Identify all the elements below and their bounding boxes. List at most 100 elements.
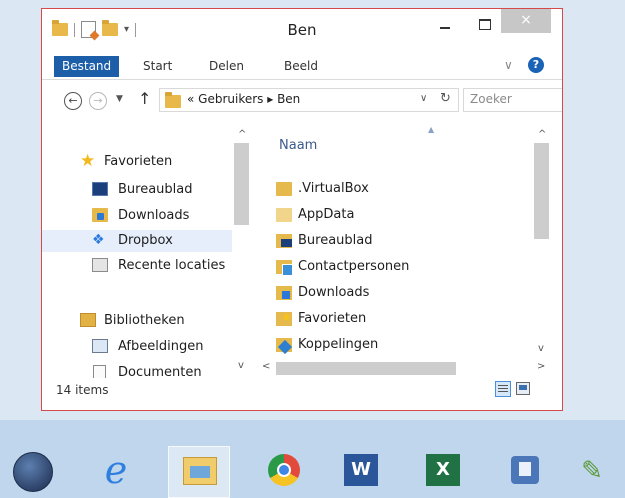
sidebar-item-label: Recente locaties bbox=[118, 258, 226, 273]
file-name: Bureaublad bbox=[298, 233, 373, 248]
sidebar-item-label: Bibliotheken bbox=[104, 313, 185, 328]
address-path[interactable]: « Gebruikers ▸ Ben bbox=[187, 92, 300, 106]
sidebar-item-documenten[interactable]: Documenten bbox=[42, 362, 232, 378]
address-dropdown-icon[interactable]: ∨ bbox=[420, 93, 427, 104]
windows-logo-icon bbox=[13, 452, 53, 492]
tab-beeld[interactable]: Beeld bbox=[284, 56, 318, 77]
taskbar-word[interactable]: W bbox=[330, 446, 392, 498]
refresh-icon[interactable]: ↻ bbox=[440, 91, 451, 106]
file-list-horizontal-scrollbar[interactable]: < > bbox=[258, 360, 550, 377]
start-button[interactable] bbox=[0, 446, 62, 498]
taskbar-internet-explorer[interactable]: e bbox=[82, 446, 144, 498]
sidebar-item-favorieten[interactable]: ★ Favorieten bbox=[42, 151, 232, 173]
word-icon: W bbox=[344, 454, 378, 486]
sidebar-item-bureaublad[interactable]: Bureaublad bbox=[42, 179, 232, 201]
desktop-icon bbox=[92, 182, 108, 196]
sidebar-item-recente-locaties[interactable]: Recente locaties bbox=[42, 255, 232, 277]
taskbar-app[interactable] bbox=[494, 446, 556, 498]
file-list: Naam ▲ .VirtualBox AppData Bureaublad Co… bbox=[258, 123, 562, 364]
column-header-name[interactable]: Naam bbox=[279, 138, 317, 153]
navigation-bar: ← → ▼ ↑ « Gebruikers ▸ Ben ∨ ↻ Zoeker bbox=[42, 82, 562, 118]
recent-locations-dropdown-icon[interactable]: ▼ bbox=[116, 94, 123, 104]
list-item[interactable]: .VirtualBox bbox=[276, 178, 526, 200]
close-button[interactable]: × bbox=[501, 9, 551, 33]
list-item[interactable]: Contactpersonen bbox=[276, 256, 526, 278]
file-name: Koppelingen bbox=[298, 337, 379, 352]
scrollbar-thumb[interactable] bbox=[534, 143, 549, 239]
file-name: .VirtualBox bbox=[298, 181, 369, 196]
scroll-up-icon[interactable]: ^ bbox=[238, 129, 246, 140]
navigation-pane: ★ Favorieten Bureaublad Downloads ❖ Drop… bbox=[42, 123, 258, 378]
file-name: Contactpersonen bbox=[298, 259, 410, 274]
list-item[interactable]: Favorieten bbox=[276, 308, 526, 330]
search-input[interactable]: Zoeker bbox=[463, 88, 562, 112]
ribbon-tabs: Bestand Start Delen Beeld ∨ ? bbox=[42, 53, 562, 80]
expand-ribbon-icon[interactable]: ∨ bbox=[504, 58, 513, 72]
tab-delen[interactable]: Delen bbox=[209, 56, 244, 77]
folder-hidden-icon bbox=[276, 208, 292, 222]
back-button[interactable]: ← bbox=[64, 92, 82, 110]
sidebar-item-afbeeldingen[interactable]: Afbeeldingen bbox=[42, 336, 232, 358]
scroll-right-icon[interactable]: > bbox=[537, 361, 545, 372]
details-view-icon[interactable] bbox=[495, 381, 511, 397]
sidebar-item-label: Dropbox bbox=[118, 233, 173, 248]
dropbox-icon: ❖ bbox=[92, 232, 105, 248]
title-bar[interactable]: ▾ Ben × bbox=[42, 9, 562, 51]
list-item[interactable]: Downloads bbox=[276, 282, 526, 304]
file-list-vertical-scrollbar[interactable]: ^ v bbox=[533, 127, 550, 362]
sidebar-item-label: Downloads bbox=[118, 208, 190, 223]
links-folder-icon bbox=[276, 338, 292, 352]
minimize-button[interactable] bbox=[432, 15, 458, 35]
contacts-folder-icon bbox=[276, 260, 293, 276]
folder-icon bbox=[52, 20, 68, 36]
app-icon bbox=[511, 456, 539, 484]
help-icon[interactable]: ? bbox=[528, 57, 544, 73]
up-button[interactable]: ↑ bbox=[138, 89, 151, 108]
list-item[interactable]: Bureaublad bbox=[276, 230, 526, 252]
taskbar-chrome[interactable] bbox=[253, 446, 315, 498]
sidebar-item-label: Favorieten bbox=[104, 154, 173, 169]
scroll-down-icon[interactable]: v bbox=[538, 343, 544, 354]
maximize-button[interactable] bbox=[472, 15, 498, 35]
star-icon: ★ bbox=[80, 151, 96, 171]
sidebar-item-downloads[interactable]: Downloads bbox=[42, 205, 232, 227]
properties-icon[interactable] bbox=[81, 21, 96, 38]
sidebar-item-bibliotheken[interactable]: Bibliotheken bbox=[42, 310, 232, 332]
file-name: Downloads bbox=[298, 285, 370, 300]
tab-start[interactable]: Start bbox=[143, 56, 172, 77]
list-item[interactable]: Koppelingen bbox=[276, 334, 526, 356]
taskbar-tool[interactable]: ✎ bbox=[563, 446, 625, 498]
scrollbar-thumb[interactable] bbox=[276, 362, 456, 375]
list-item[interactable]: AppData bbox=[276, 204, 526, 226]
desktop-folder-icon bbox=[276, 234, 292, 248]
scrollbar-thumb[interactable] bbox=[234, 143, 249, 225]
status-bar: 14 items bbox=[42, 379, 562, 410]
chrome-icon bbox=[268, 454, 300, 486]
taskbar-file-explorer[interactable] bbox=[168, 446, 230, 498]
scroll-up-icon[interactable]: ^ bbox=[538, 129, 546, 140]
separator bbox=[135, 22, 137, 37]
taskbar: e W X ✎ bbox=[0, 446, 625, 498]
navigation-pane-scrollbar[interactable]: ^ v bbox=[233, 127, 250, 380]
tab-bestand[interactable]: Bestand bbox=[54, 56, 120, 77]
search-placeholder: Zoeker bbox=[470, 92, 512, 106]
item-count: 14 items bbox=[56, 383, 109, 397]
quick-access-toolbar: ▾ bbox=[52, 20, 137, 38]
sidebar-item-label: Documenten bbox=[118, 365, 202, 378]
window-title: Ben bbox=[287, 21, 317, 39]
address-bar[interactable]: « Gebruikers ▸ Ben ∨ ↻ bbox=[159, 88, 459, 112]
taskbar-excel[interactable]: X bbox=[412, 446, 474, 498]
sidebar-item-dropbox[interactable]: ❖ Dropbox bbox=[42, 230, 232, 252]
scroll-left-icon[interactable]: < bbox=[262, 361, 270, 372]
large-icons-view-icon[interactable] bbox=[516, 382, 530, 395]
explorer-window: ▾ Ben × Bestand Start Delen Beeld ∨ ? ← … bbox=[41, 8, 563, 411]
new-folder-icon[interactable] bbox=[102, 20, 118, 36]
forward-button[interactable]: → bbox=[89, 92, 107, 110]
libraries-icon bbox=[80, 313, 96, 327]
file-name: Favorieten bbox=[298, 311, 367, 326]
downloads-folder-icon bbox=[276, 286, 292, 300]
internet-explorer-icon: e bbox=[104, 448, 128, 492]
scroll-down-icon[interactable]: v bbox=[238, 360, 244, 371]
downloads-icon bbox=[92, 208, 108, 222]
customize-toolbar-icon[interactable]: ▾ bbox=[124, 24, 129, 35]
